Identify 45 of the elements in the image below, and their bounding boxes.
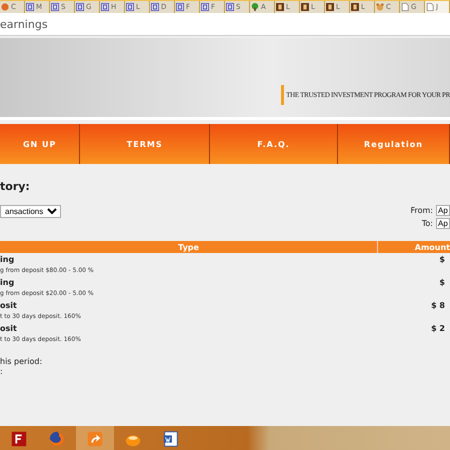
favicon-icon: [376, 3, 384, 11]
to-label: To:: [420, 219, 433, 228]
favicon-icon: [26, 3, 34, 11]
favicon-icon: [126, 3, 134, 11]
app-icon: [86, 430, 104, 448]
transaction-amount: $: [438, 276, 446, 288]
favicon-icon: [151, 3, 159, 11]
transaction-type: ing: [0, 253, 378, 265]
favicon-icon: [401, 3, 409, 11]
transaction-amount: $ 8: [430, 300, 446, 311]
favicon-icon: [426, 3, 434, 11]
app-icon: [48, 430, 66, 448]
favicon-icon: [276, 3, 284, 11]
favicon-icon: [251, 3, 259, 11]
transaction-filter[interactable]: ansactions: [0, 205, 61, 218]
favicon-icon: [226, 3, 234, 11]
to-date-field[interactable]: Ap: [436, 218, 450, 229]
summary-text: his period:: [0, 357, 42, 366]
summary-text: :: [0, 367, 3, 376]
favicon-icon: [301, 3, 309, 11]
column-header: Amount: [378, 241, 450, 253]
section-heading: tory:: [0, 180, 31, 193]
favicon-icon: [1, 3, 9, 11]
favicon-icon: [101, 3, 109, 11]
favicon-icon: [326, 3, 334, 11]
nav-link[interactable]: GN UP: [0, 124, 80, 164]
transaction-amount: $: [378, 253, 450, 265]
favicon-icon: [351, 3, 359, 11]
favicon-icon: [201, 3, 209, 11]
favicon-icon: [76, 3, 84, 11]
favicon-icon: [51, 3, 59, 11]
from-label: From:: [410, 206, 433, 215]
transaction-type: ing: [0, 276, 16, 288]
transaction-type: osit: [0, 300, 18, 311]
column-header: Type: [0, 241, 378, 253]
nav-link[interactable]: Regulation: [338, 124, 450, 164]
nav-link[interactable]: F.A.Q.: [210, 124, 338, 164]
from-date-field[interactable]: Ap: [436, 205, 450, 216]
favicon-icon: [176, 3, 184, 11]
transaction-type: osit: [0, 322, 18, 334]
transaction-amount: $ 2: [430, 322, 446, 334]
app-icon: [162, 430, 180, 448]
address-bar[interactable]: earnings: [0, 13, 450, 36]
nav-link[interactable]: TERMS: [80, 124, 210, 164]
app-icon: [10, 430, 28, 448]
